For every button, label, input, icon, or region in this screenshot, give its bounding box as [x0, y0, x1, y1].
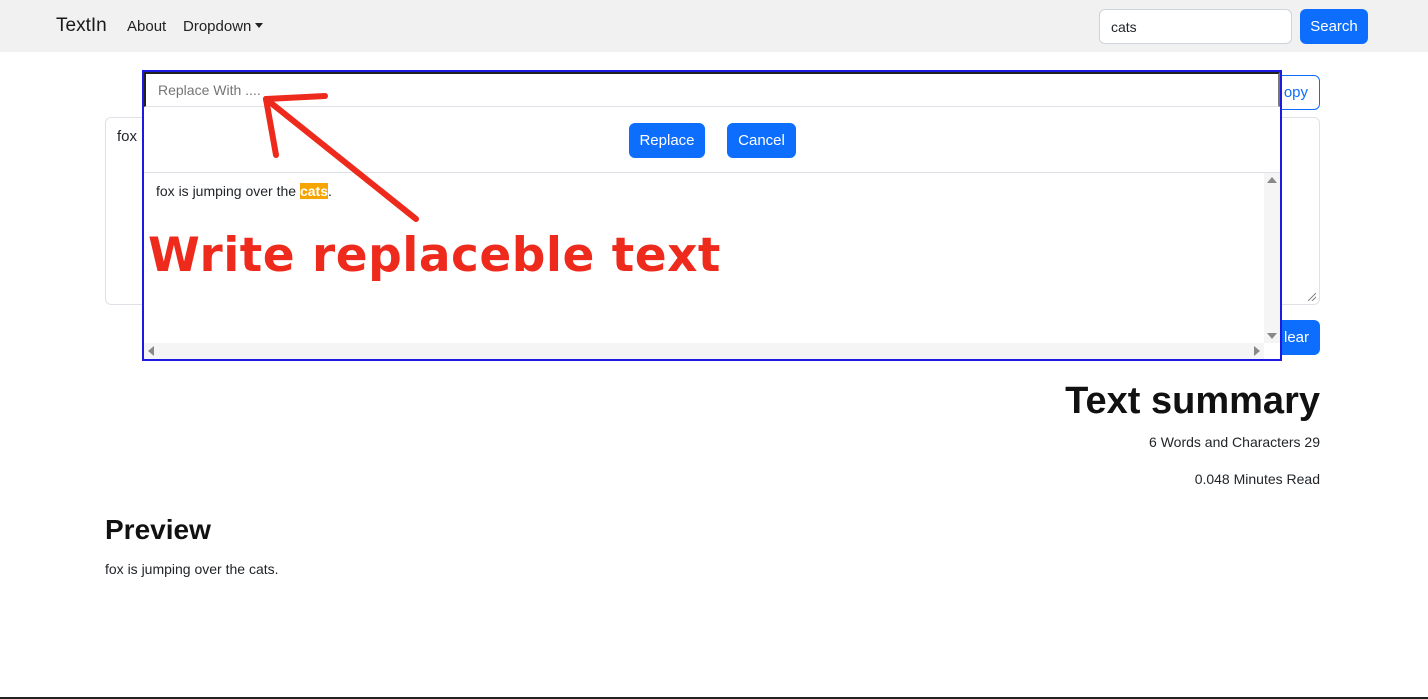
annotation-arrow-icon [263, 93, 419, 222]
search-input[interactable] [1099, 9, 1292, 44]
horizontal-scrollbar[interactable] [144, 343, 1264, 359]
replace-button[interactable]: Replace [629, 123, 705, 158]
brand-link[interactable]: TextIn [56, 15, 107, 37]
main-textarea-text: fox [117, 128, 138, 145]
caret-down-icon [255, 23, 264, 28]
preview-text: fox is jumping over the cats. [105, 561, 279, 577]
search-button[interactable]: Search [1300, 9, 1368, 44]
scroll-left-icon[interactable] [148, 346, 154, 356]
scroll-up-icon[interactable] [1267, 177, 1277, 183]
scroll-right-icon[interactable] [1254, 346, 1260, 356]
cancel-button[interactable]: Cancel [727, 123, 796, 158]
resize-grip-icon[interactable] [1308, 293, 1316, 301]
annotation-text: Write replaceble text [148, 228, 721, 283]
scroll-down-icon[interactable] [1267, 333, 1277, 339]
nav-about-link[interactable]: About [127, 18, 166, 35]
nav-dropdown-toggle[interactable]: Dropdown [183, 18, 264, 35]
summary-title: Text summary [1065, 380, 1320, 422]
preview-title: Preview [105, 514, 211, 545]
summary-read-time: 0.048 Minutes Read [1194, 471, 1320, 487]
navbar: TextIn About Dropdown Search [0, 0, 1428, 52]
summary-counts: 6 Words and Characters 29 [1149, 434, 1320, 450]
vertical-scrollbar[interactable] [1264, 173, 1280, 343]
nav-dropdown-label: Dropdown [183, 18, 252, 35]
